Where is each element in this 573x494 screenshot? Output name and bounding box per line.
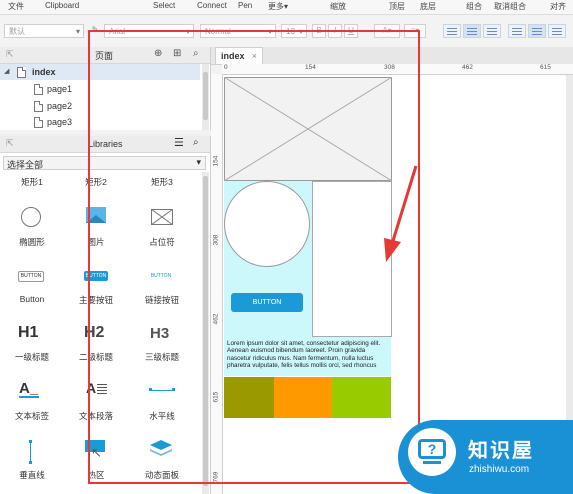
button-icon[interactable]: BUTTON (18, 271, 44, 282)
question-icon: ? (418, 439, 446, 459)
menu-file[interactable]: 文件 (8, 1, 24, 12)
align-top-icon[interactable] (508, 24, 526, 38)
align-bottom-icon[interactable] (548, 24, 566, 38)
annotation-arrow (384, 165, 418, 262)
watermark-circle: ? (408, 428, 456, 476)
menu-ungroup[interactable]: 取消组合 (494, 1, 526, 12)
ellipse-icon[interactable] (21, 207, 41, 227)
style-select-value: 默认 (9, 27, 25, 36)
library-item-h1[interactable]: 一级标题 (2, 351, 62, 363)
page-label: page1 (47, 84, 73, 94)
page-icon (34, 84, 43, 95)
menu-pen[interactable]: Pen (238, 1, 252, 10)
expand-arrow-icon[interactable]: ◢ (4, 64, 9, 80)
menu-clipboard[interactable]: Clipboard (45, 1, 79, 10)
menu-bottom[interactable]: 底层 (420, 1, 436, 12)
menu-more[interactable]: 更多▾ (268, 1, 288, 12)
ruler-tick: 615 (540, 64, 551, 71)
page-label: page2 (47, 101, 73, 111)
align-left-icon[interactable] (443, 24, 461, 38)
h1-icon[interactable]: H1 (18, 324, 38, 342)
library-item-rect1[interactable]: 矩形1 (2, 176, 62, 188)
menu-align[interactable]: 对齐 (550, 1, 566, 12)
watermark-name: 知识屋 (468, 440, 534, 462)
menu-group[interactable]: 组合 (466, 1, 482, 12)
page-icon (34, 101, 43, 112)
ruler-tick: 462 (462, 64, 473, 71)
menu-select[interactable]: Select (153, 1, 175, 10)
page-label: index (32, 67, 56, 77)
menu-top[interactable]: 顶层 (389, 1, 405, 12)
style-select[interactable]: 默认 ▾ (4, 24, 84, 38)
annotation-frame (88, 30, 420, 484)
collapse-icon[interactable]: ⇱ (6, 138, 14, 149)
watermark-url: zhishiwu.com (469, 464, 530, 475)
menu-bar: 文件 Clipboard Select Connect Pen 更多▾ 缩放 顶… (0, 0, 573, 15)
library-item-text-label[interactable]: 文本标签 (2, 410, 62, 422)
chevron-down-icon: ▾ (75, 27, 80, 36)
align-right-icon[interactable] (483, 24, 501, 38)
library-item-button[interactable]: Button (2, 294, 62, 304)
vertical-line-icon[interactable] (29, 440, 32, 464)
library-item-ellipse[interactable]: 椭圆形 (2, 236, 62, 248)
library-select-value: 选择全部 (7, 160, 44, 170)
text-label-icon[interactable]: A_ (19, 381, 39, 398)
align-middle-icon[interactable] (528, 24, 546, 38)
menu-zoom[interactable]: 缩放 (330, 1, 346, 12)
page-icon (17, 67, 26, 78)
page-label: page3 (47, 117, 73, 127)
page-icon (34, 117, 43, 128)
library-item-vertical-line[interactable]: 垂直线 (2, 469, 62, 481)
align-center-icon[interactable] (463, 24, 481, 38)
watermark-logo: ? 知识屋 zhishiwu.com (398, 420, 573, 494)
collapse-icon[interactable]: ⇱ (6, 49, 14, 60)
menu-connect[interactable]: Connect (197, 1, 227, 10)
